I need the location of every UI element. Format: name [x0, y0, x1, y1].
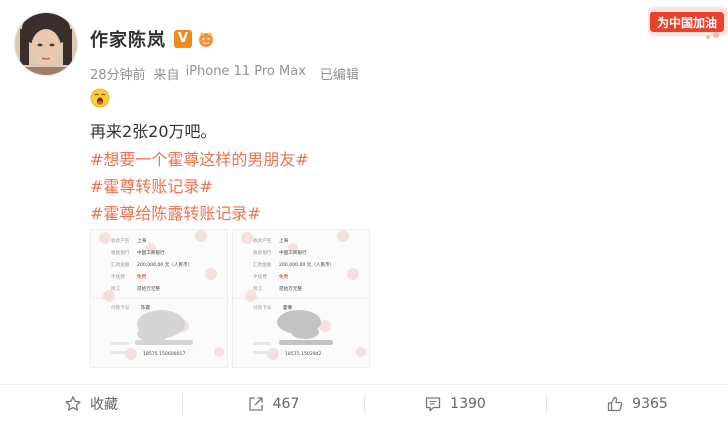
- receipt-value: 霍尊: [283, 304, 293, 311]
- verified-v-icon[interactable]: V: [174, 30, 192, 48]
- share-arrow-icon: [248, 397, 263, 411]
- post-image-1[interactable]: 收款户名 收款银行 汇款金额 手续费 附言 付款卡号 上海 中国工商银行 200…: [90, 229, 228, 368]
- star-icon: [65, 396, 81, 411]
- hashtag-link[interactable]: #霍尊转账记录#: [90, 173, 213, 197]
- emoji-line: [90, 88, 110, 112]
- campaign-badge-text: 为中国加油: [657, 15, 717, 30]
- receipt-label: 收款户名: [253, 237, 271, 244]
- receipt-value: 免费: [279, 273, 289, 280]
- receipt-label: 手续费: [111, 273, 125, 280]
- receipt-label: 汇款金额: [111, 261, 130, 268]
- comment-button[interactable]: 1390: [364, 385, 546, 423]
- receipt-value: 200,000.00 元（人民币）: [137, 261, 192, 268]
- post-meta: 28分钟前 来自 iPhone 11 Pro Max 已编辑: [90, 64, 359, 83]
- receipt-label: 收款银行: [253, 249, 272, 256]
- author-line: 作家陈岚 V: [90, 26, 216, 52]
- receipt-value: 200,000.00 元（人民币）: [279, 261, 334, 268]
- post-time[interactable]: 28分钟前: [90, 64, 146, 83]
- source-device: iPhone 11 Pro Max: [185, 64, 306, 79]
- receipt-value: 上海: [279, 237, 289, 244]
- receipt-label: 附言: [253, 285, 263, 292]
- receipt-value: 贰拾万元整: [137, 285, 160, 292]
- receipt-serial: 18575 150600017: [143, 351, 185, 357]
- thumbs-up-icon: [608, 396, 623, 412]
- receipt-label: 收款户名: [111, 237, 129, 244]
- receipt-value: 上海: [137, 237, 147, 244]
- repost-button[interactable]: 467: [182, 385, 364, 423]
- comment-count: 1390: [450, 396, 486, 412]
- repost-count: 467: [272, 396, 300, 412]
- favorite-label: 收藏: [90, 397, 118, 413]
- favorite-button[interactable]: 收藏: [0, 385, 182, 423]
- hashtag-link[interactable]: #霍尊给陈露转账记录#: [90, 200, 261, 224]
- edited-label[interactable]: 已编辑: [320, 64, 359, 83]
- receipt-serial: 18575 1502942: [285, 351, 322, 357]
- receipt-value: 贰拾万元整: [279, 285, 302, 292]
- receipt-value: 免费: [137, 273, 147, 280]
- author-name[interactable]: 作家陈岚: [90, 26, 166, 52]
- receipt-value: 中国工商银行: [137, 249, 165, 256]
- action-bar: 收藏 467 1390 9365: [0, 384, 728, 424]
- transfer-receipt-image: 收款户名 收款银行 汇款金额 手续费 附言 付款卡号 上海 中国工商银行 200…: [233, 230, 369, 367]
- campaign-badge[interactable]: 为中国加油: [642, 4, 728, 40]
- avatar[interactable]: [14, 12, 78, 76]
- post-image-2[interactable]: 收款户名 收款银行 汇款金额 手续费 附言 付款卡号 上海 中国工商银行 200…: [232, 229, 370, 368]
- weibo-post: 作家陈岚 V 28分钟前 来自 iPhone 11 Pro Max 已编辑 为中…: [0, 0, 728, 423]
- receipt-value: 中国工商银行: [279, 249, 307, 256]
- receipt-label: 付款卡号: [253, 304, 272, 311]
- receipt-label: 收款银行: [111, 249, 130, 256]
- comment-icon: [426, 397, 441, 412]
- receipt-label: 汇款金额: [253, 261, 272, 268]
- like-button[interactable]: 9365: [546, 385, 728, 423]
- like-count: 9365: [632, 396, 668, 412]
- receipt-label: 付款卡号: [111, 304, 130, 311]
- fan-badge-icon[interactable]: [196, 30, 216, 48]
- avatar-photo: [15, 13, 77, 75]
- hashtag-link[interactable]: #想要一个霍尊这样的男朋友#: [90, 146, 309, 170]
- receipt-label: 手续费: [253, 273, 267, 280]
- receipt-label: 附言: [111, 285, 121, 292]
- source-prefix: 来自: [153, 68, 180, 83]
- yawning-face-icon: [90, 88, 110, 108]
- transfer-receipt-image: 收款户名 收款银行 汇款金额 手续费 附言 付款卡号 上海 中国工商银行 200…: [91, 230, 227, 367]
- receipt-value: 陈霍: [141, 304, 151, 311]
- post-text: 再来2张20万吧。: [90, 122, 217, 141]
